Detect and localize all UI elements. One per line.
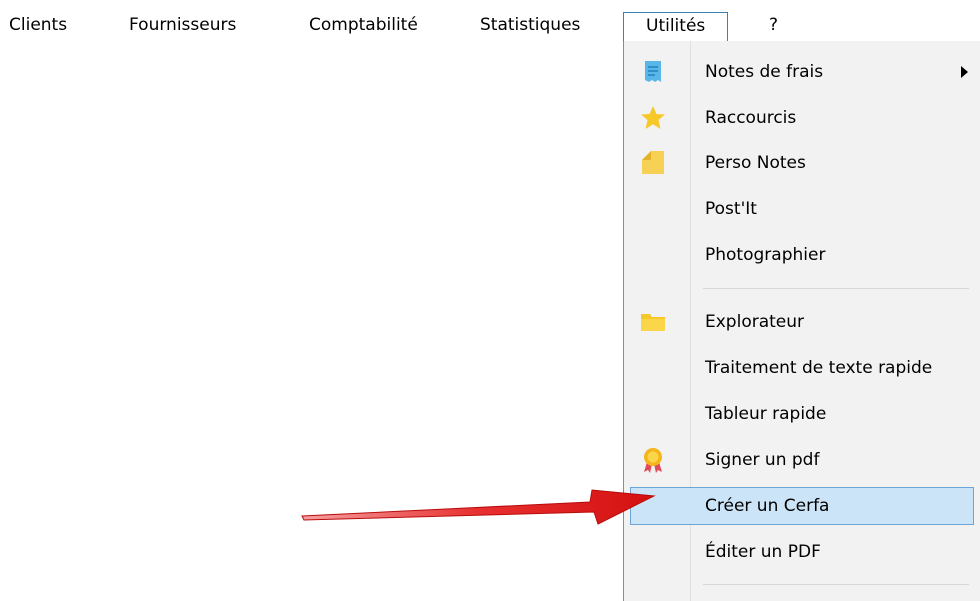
menu-item-label: Raccourcis — [705, 108, 797, 128]
menu-item-perso-notes[interactable]: Perso Notes — [630, 144, 974, 182]
menu-item-raccourcis[interactable]: Raccourcis — [630, 99, 974, 137]
utilites-dropdown-menu: Notes de frais Raccourcis Perso Notes Po… — [623, 41, 980, 601]
star-icon — [640, 105, 666, 131]
menu-item-label: Notes de frais — [705, 62, 824, 82]
sticky-note-icon — [640, 150, 666, 176]
menu-fournisseurs[interactable]: Fournisseurs — [129, 14, 236, 40]
menu-item-label: Perso Notes — [705, 153, 806, 173]
menu-item-label: Tableur rapide — [705, 404, 827, 424]
menu-utilites[interactable]: Utilités — [623, 12, 729, 42]
menu-item-traitement-de-texte[interactable]: Traitement de texte rapide — [630, 349, 974, 387]
menu-item-label: Post'It — [705, 199, 757, 219]
menu-item-photographier[interactable]: Photographier — [630, 236, 974, 274]
receipt-icon — [640, 59, 666, 85]
menu-item-label: Traitement de texte rapide — [705, 358, 933, 378]
menu-item-editer-pdf[interactable]: Éditer un PDF — [630, 533, 974, 571]
menu-item-label: Éditer un PDF — [705, 542, 821, 562]
folder-icon — [640, 309, 666, 335]
menu-item-creer-cerfa[interactable]: Créer un Cerfa — [630, 487, 974, 525]
menu-item-label: Photographier — [705, 245, 826, 265]
menu-item-label: Créer un Cerfa — [705, 496, 830, 516]
menu-separator — [703, 288, 969, 289]
red-arrow-icon — [301, 489, 656, 525]
menu-bar: Clients Fournisseurs Comptabilité Statis… — [0, 0, 980, 44]
menu-item-label: Signer un pdf — [705, 450, 820, 470]
menu-statistiques[interactable]: Statistiques — [480, 14, 580, 40]
menu-clients[interactable]: Clients — [9, 14, 67, 40]
menu-item-notes-de-frais[interactable]: Notes de frais — [630, 53, 974, 91]
menu-item-signer-pdf[interactable]: Signer un pdf — [630, 441, 974, 479]
menu-help[interactable]: ? — [769, 14, 778, 40]
menu-separator — [703, 584, 969, 585]
menu-comptabilite[interactable]: Comptabilité — [309, 14, 418, 40]
submenu-arrow-icon — [961, 66, 968, 78]
menu-item-post-it[interactable]: Post'It — [630, 190, 974, 228]
menu-item-explorateur[interactable]: Explorateur — [630, 303, 974, 341]
menu-item-label: Explorateur — [705, 312, 805, 332]
menu-item-tableur-rapide[interactable]: Tableur rapide — [630, 395, 974, 433]
certificate-icon — [640, 447, 666, 473]
